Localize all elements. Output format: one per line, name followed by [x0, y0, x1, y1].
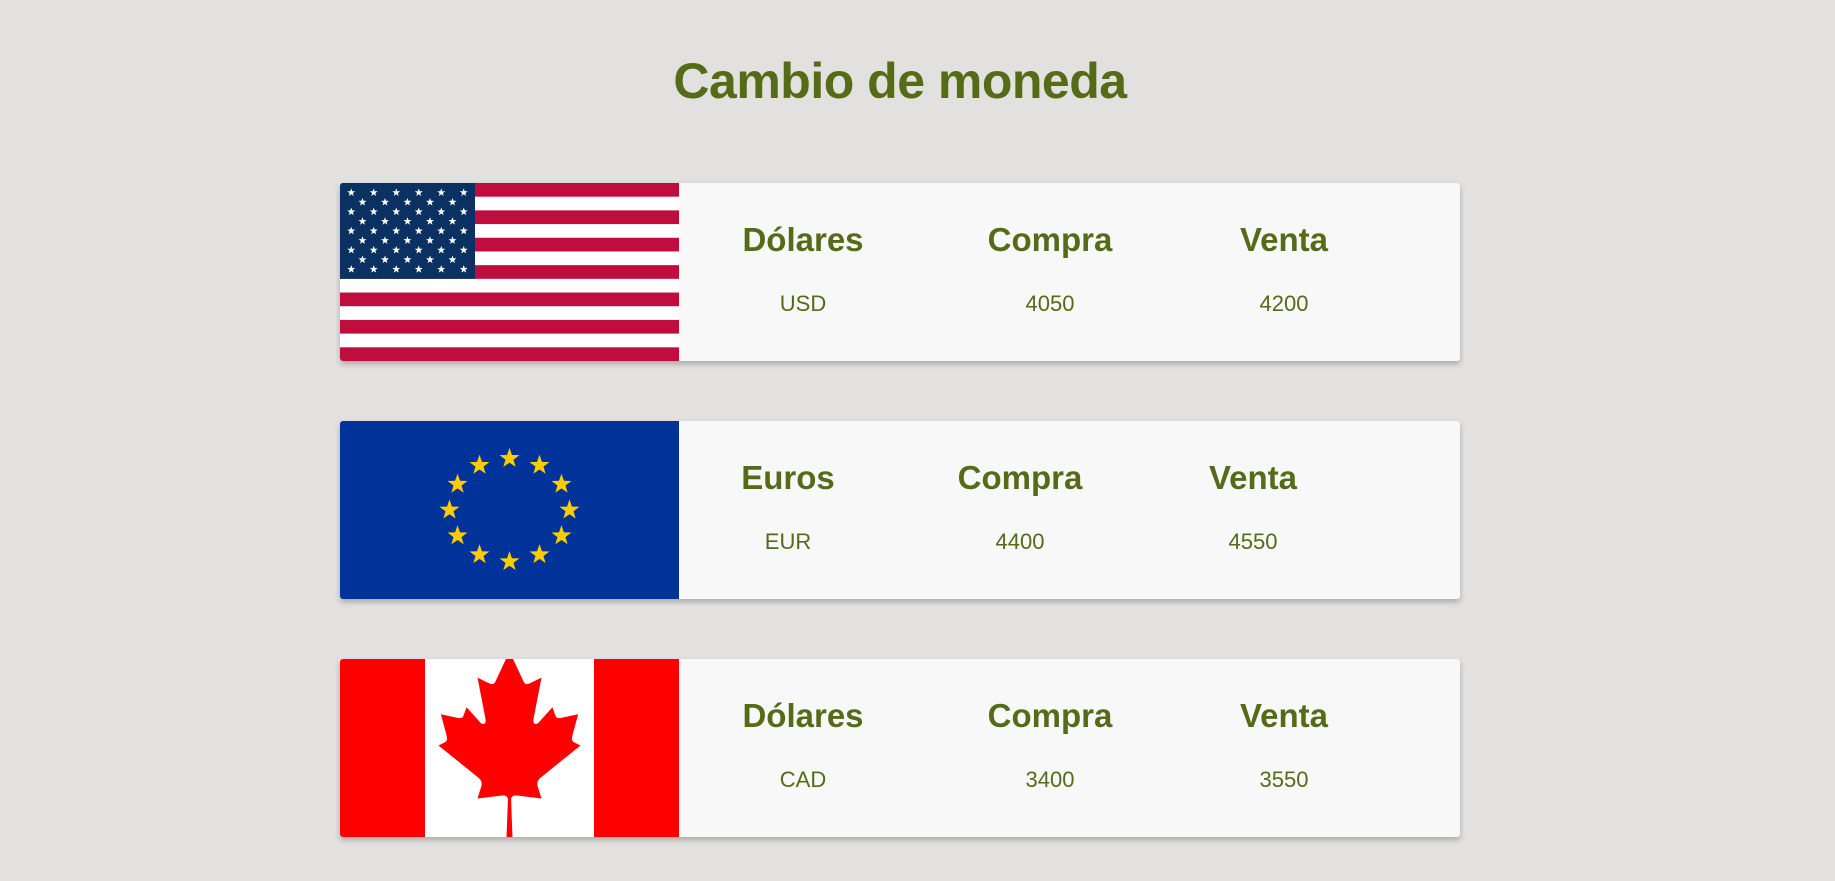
buy-value: 3400 [1025, 767, 1075, 792]
sell-label: Venta [1208, 459, 1298, 496]
currency-card-usd: Dólares USD Compra 4050 Venta 4200 [340, 183, 1460, 361]
eu-flag-icon [340, 421, 679, 599]
currency-name: Dólares [742, 221, 864, 258]
sell-label: Venta [1239, 697, 1329, 734]
buy-label: Compra [987, 221, 1113, 258]
buy-label: Compra [987, 697, 1113, 734]
buy-value: 4050 [1025, 291, 1075, 316]
sell-value: 4200 [1259, 291, 1309, 316]
canada-flag-icon [340, 659, 679, 837]
currency-code: USD [779, 291, 827, 316]
sell-label: Venta [1239, 221, 1329, 258]
usa-flag-icon [340, 183, 679, 361]
currency-code: EUR [764, 529, 812, 554]
currency-name: Euros [741, 459, 835, 496]
page-title: Cambio de moneda [673, 53, 1127, 109]
buy-label: Compra [957, 459, 1083, 496]
currency-card-eur: Euros EUR Compra 4400 Venta 4550 [340, 421, 1460, 599]
sell-value: 4550 [1228, 529, 1278, 554]
sell-value: 3550 [1259, 767, 1309, 792]
currency-name: Dólares [742, 697, 864, 734]
buy-value: 4400 [995, 529, 1045, 554]
currency-card-cad: Dólares CAD Compra 3400 Venta 3550 [340, 659, 1460, 837]
currency-code: CAD [779, 767, 827, 792]
